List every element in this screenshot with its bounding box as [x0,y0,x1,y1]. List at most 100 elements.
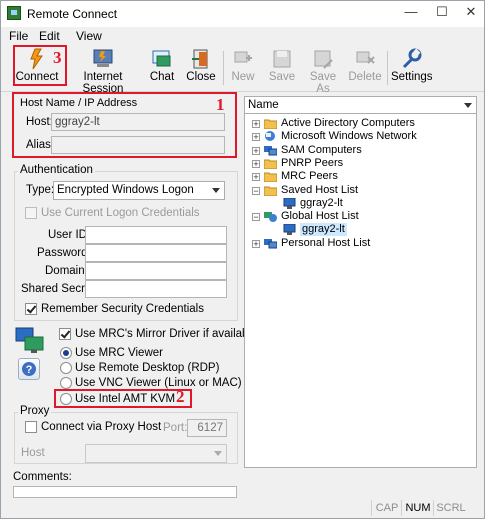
auth-type-value: Encrypted Windows Logon [57,184,194,196]
comments-label: Comments: [13,471,72,483]
remote-connect-window: Remote Connect — ☐ ✕ File Edit View Conn… [0,0,485,519]
help-button[interactable]: ? [18,358,40,380]
expand-icon[interactable]: + [252,133,260,142]
userid-field[interactable] [85,226,227,244]
expand-icon[interactable]: + [252,147,260,156]
tree-header-label: Name [248,99,279,111]
delete-label: Delete [348,71,382,83]
auth-type-label: Type: [26,184,55,196]
host-field[interactable]: ggray2-lt [51,113,225,131]
alias-label: Alias: [26,139,55,151]
auth-type-select[interactable]: Encrypted Windows Logon [53,181,225,200]
toolbar: Connect Internet Session Chat Close New … [1,45,484,95]
save-as-icon [314,50,333,69]
collapse-icon[interactable]: − [252,187,260,196]
use-current-credentials-label: Use Current Logon Credentials [41,207,200,219]
settings-button[interactable]: Settings [391,48,433,88]
host-label: Host: [26,116,53,128]
mirror-driver-checkbox[interactable] [59,328,71,340]
remember-credentials-checkbox[interactable] [25,303,37,315]
menu-file[interactable]: File [9,29,28,43]
chat-label: Chat [149,71,175,83]
close-session-label: Close [186,71,216,83]
internet-session-icon [93,49,113,67]
shared-secret-field[interactable] [85,280,227,298]
annotation-number-3: 3 [53,48,62,67]
viewer-option-amt: Use Intel AMT KVM [75,393,176,405]
save-label: Save [268,71,296,83]
tree-item-label: Global Host List [281,210,359,222]
menu-edit[interactable]: Edit [39,29,60,43]
viewer-radio-amt[interactable] [60,393,72,405]
collapse-icon[interactable]: − [252,213,260,222]
new-label: New [231,71,255,83]
network-icon [264,131,276,142]
chevron-down-icon [214,451,222,456]
tree-item-label: Personal Host List [281,237,371,249]
close-window-button[interactable]: ✕ [457,3,485,23]
annotation-number-1: 1 [216,95,225,114]
title-bar: Remote Connect — ☐ ✕ [1,1,484,27]
minimize-button[interactable]: — [397,3,425,23]
host-group-title: Host Name / IP Address [20,97,138,109]
computers-icon [264,238,278,249]
expand-icon[interactable]: + [252,173,260,182]
comments-field-bottom [13,492,237,498]
new-icon [234,51,252,63]
viewer-option-mrc: Use MRC Viewer [75,347,163,359]
chat-icon [152,50,171,67]
tree-item-label: PNRP Peers [281,157,344,169]
settings-label: Settings [391,71,433,83]
proxy-title: Proxy [18,405,52,417]
expand-icon[interactable]: + [252,240,260,249]
expand-icon[interactable]: + [252,120,260,129]
use-current-credentials-checkbox[interactable] [25,207,37,219]
viewer-radio-vnc[interactable] [60,377,72,389]
proxy-host-label: Host [21,447,45,459]
close-session-button[interactable]: Close [184,48,218,88]
viewer-radio-rdp[interactable] [60,362,72,374]
tree-item-label: Active Directory Computers [281,117,415,129]
userid-label: User ID: [48,229,91,241]
remember-credentials-label: Remember Security Credentials [41,303,204,315]
window-title: Remote Connect [27,7,118,21]
folder-icon [263,118,278,130]
viewer-radio-mrc[interactable] [60,347,72,359]
tree-column-select[interactable]: Name [244,96,477,114]
maximize-button[interactable]: ☐ [428,3,456,23]
menu-view[interactable]: View [76,29,102,43]
chevron-down-icon [464,103,472,108]
proxy-label: Connect via Proxy Host [41,421,162,433]
new-button[interactable]: New [229,48,257,88]
expand-icon[interactable]: + [252,160,260,169]
proxy-checkbox[interactable] [25,421,37,433]
delete-button[interactable]: Delete [347,48,383,88]
chat-button[interactable]: Chat [146,48,178,88]
password-field[interactable] [85,244,227,262]
toolbar-separator [223,51,224,85]
annotation-number-2: 2 [176,387,185,406]
tree-item-label: ggray2-lt [300,197,343,209]
save-button[interactable]: Save [267,48,297,88]
proxy-host-select[interactable] [85,444,227,463]
close-session-icon [192,49,208,69]
tree-item-label: Saved Host List [281,184,359,196]
viewer-option-vnc: Use VNC Viewer (Linux or MAC) [75,377,242,389]
port-label: Port: [163,422,188,434]
port-field[interactable]: 6127 [187,419,227,437]
domain-label: Domain: [45,265,88,277]
alias-field[interactable] [51,136,225,154]
computers-icon [264,145,278,156]
computer-icon [283,223,296,235]
viewer-option-rdp: Use Remote Desktop (RDP) [75,362,220,374]
tree-item-label: Microsoft Windows Network [281,130,417,142]
folder-icon [263,158,278,170]
domain-field[interactable] [85,262,227,280]
internet-session-button[interactable]: Internet Session [68,48,138,95]
mirror-driver-label: Use MRC's Mirror Driver if available [75,328,258,340]
status-num: NUM [401,500,434,516]
status-scrl: SCRL [433,500,468,516]
save-as-button[interactable]: Save As [303,48,343,95]
delete-icon [356,51,375,64]
svg-text:?: ? [26,364,33,376]
